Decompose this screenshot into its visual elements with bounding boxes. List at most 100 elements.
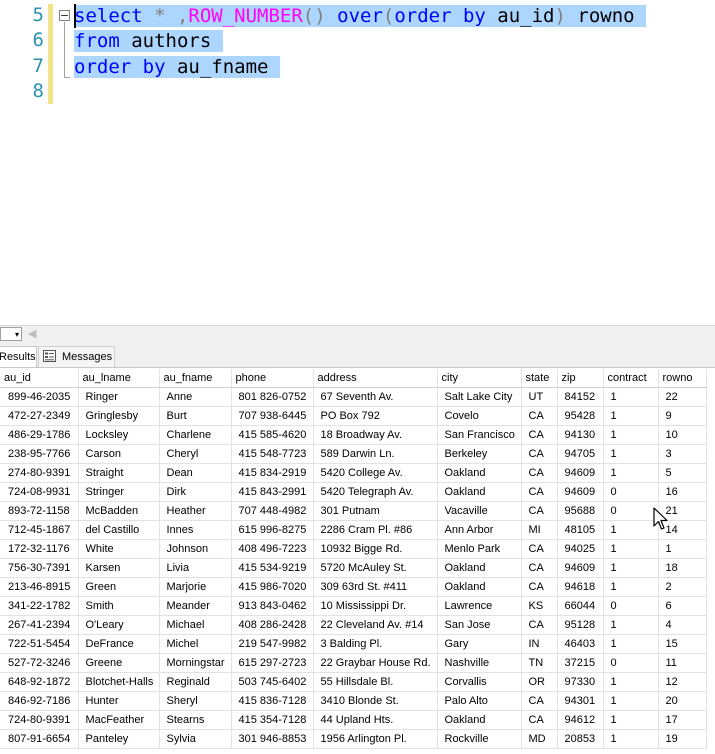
cell-au-id[interactable]: 724-80-9391 xyxy=(0,710,79,730)
cell-rowno[interactable]: 12 xyxy=(658,672,707,692)
table-row[interactable]: 238-95-7766 Carson Cheryl 415 548-7723 589 D… xyxy=(0,444,707,464)
cell-au-fname[interactable]: Sylvia xyxy=(159,729,232,749)
cell-state[interactable]: CA xyxy=(521,691,558,711)
table-row[interactable]: 486-29-1786 Locksley Charlene 415 585-4620 1… xyxy=(0,425,707,445)
cell-au-fname[interactable]: Cheryl xyxy=(159,444,232,464)
zoom-dropdown[interactable]: ▾ xyxy=(0,327,22,341)
cell-rowno[interactable]: 2 xyxy=(658,577,707,597)
cell-au-lname[interactable]: Carson xyxy=(78,444,160,464)
cell-au-id[interactable]: 274-80-9391 xyxy=(0,463,79,483)
cell-au-fname[interactable]: Morningstar xyxy=(159,653,232,673)
cell-address[interactable]: 44 Upland Hts. xyxy=(313,710,438,730)
cell-au-fname[interactable]: Burt xyxy=(159,406,232,426)
cell-au-id[interactable]: 899-46-2035 xyxy=(0,387,79,407)
cell-zip[interactable]: 46403 xyxy=(557,634,604,654)
cell-au-lname[interactable]: del Castillo xyxy=(78,520,160,540)
cell-phone[interactable]: 801 826-0752 xyxy=(231,387,314,407)
cell-au-fname[interactable]: Sheryl xyxy=(159,691,232,711)
cell-contract[interactable]: 0 xyxy=(603,482,659,502)
cell-zip[interactable]: 48105 xyxy=(557,520,604,540)
cell-state[interactable]: TN xyxy=(521,653,558,673)
cell-au-fname[interactable]: Michel xyxy=(159,634,232,654)
cell-zip[interactable]: 94618 xyxy=(557,577,604,597)
cell-au-id[interactable]: 213-46-8915 xyxy=(0,577,79,597)
cell-phone[interactable]: 913 843-0462 xyxy=(231,596,314,616)
cell-contract[interactable]: 1 xyxy=(603,615,659,635)
cell-address[interactable]: 3410 Blonde St. xyxy=(313,691,438,711)
cell-zip[interactable]: 94609 xyxy=(557,482,604,502)
cell-au-id[interactable]: 712-45-1867 xyxy=(0,520,79,540)
cell-au-lname[interactable]: Straight xyxy=(78,463,160,483)
table-row[interactable]: 267-41-2394 O'Leary Michael 408 286-2428 22 … xyxy=(0,615,707,635)
cell-zip[interactable]: 66044 xyxy=(557,596,604,616)
cell-rowno[interactable]: 17 xyxy=(658,710,707,730)
table-row[interactable]: 756-30-7391 Karsen Livia 415 534-9219 5720 M… xyxy=(0,558,707,578)
cell-au-id[interactable]: 648-92-1872 xyxy=(0,672,79,692)
column-header-address[interactable]: address xyxy=(313,369,438,388)
column-header-au-id[interactable]: au_id xyxy=(0,369,79,388)
cell-au-fname[interactable]: Stearns xyxy=(159,710,232,730)
cell-au-lname[interactable]: MacFeather xyxy=(78,710,160,730)
cell-rowno[interactable]: 19 xyxy=(658,729,707,749)
cell-contract[interactable]: 1 xyxy=(603,444,659,464)
cell-au-fname[interactable]: Michael xyxy=(159,615,232,635)
cell-phone[interactable]: 415 986-7020 xyxy=(231,577,314,597)
cell-contract[interactable]: 1 xyxy=(603,577,659,597)
cell-zip[interactable]: 95428 xyxy=(557,406,604,426)
cell-city[interactable]: Gary xyxy=(437,634,522,654)
cell-au-id[interactable]: 172-32-1176 xyxy=(0,539,79,559)
table-row[interactable]: 712-45-1867 del Castillo Innes 615 996-8275… xyxy=(0,520,707,540)
cell-au-id[interactable]: 267-41-2394 xyxy=(0,615,79,635)
cell-rowno[interactable]: 20 xyxy=(658,691,707,711)
cell-rowno[interactable]: 22 xyxy=(658,387,707,407)
cell-phone[interactable]: 408 496-7223 xyxy=(231,539,314,559)
code-line-7[interactable]: order by au_fname xyxy=(74,54,280,80)
collapse-toggle-icon[interactable] xyxy=(59,10,70,21)
tab-results[interactable]: Results xyxy=(0,346,37,367)
cell-au-id[interactable]: 846-92-7186 xyxy=(0,691,79,711)
cell-phone[interactable]: 408 286-2428 xyxy=(231,615,314,635)
cell-contract[interactable]: 1 xyxy=(603,729,659,749)
table-row[interactable]: 899-46-2035 Ringer Anne 801 826-0752 67 Seve… xyxy=(0,387,707,407)
cell-address[interactable]: 309 63rd St. #411 xyxy=(313,577,438,597)
table-row[interactable]: 722-51-5454 DeFrance Michel 219 547-9982 3 B… xyxy=(0,634,707,654)
sql-editor[interactable]: 5 6 7 8 select * ,ROW_NUMBER() over(orde… xyxy=(0,0,715,325)
column-header-contract[interactable]: contract xyxy=(603,369,659,388)
cell-contract[interactable]: 1 xyxy=(603,672,659,692)
scroll-left-arrow-icon[interactable]: ◀ xyxy=(28,328,36,340)
cell-address[interactable]: 5420 College Av. xyxy=(313,463,438,483)
cell-zip[interactable]: 94612 xyxy=(557,710,604,730)
cell-rowno[interactable]: 11 xyxy=(658,653,707,673)
cell-phone[interactable]: 707 938-6445 xyxy=(231,406,314,426)
cell-state[interactable]: CA xyxy=(521,615,558,635)
table-row[interactable]: 846-92-7186 Hunter Sheryl 415 836-7128 3410 … xyxy=(0,691,707,711)
cell-au-lname[interactable]: Ringer xyxy=(78,387,160,407)
cell-city[interactable]: Oakland xyxy=(437,463,522,483)
cell-au-id[interactable]: 756-30-7391 xyxy=(0,558,79,578)
cell-state[interactable]: MI xyxy=(521,520,558,540)
table-row[interactable]: 724-08-9931 Stringer Dirk 415 843-2991 5420 … xyxy=(0,482,707,502)
cell-state[interactable]: OR xyxy=(521,672,558,692)
column-header-phone[interactable]: phone xyxy=(231,369,314,388)
code-line-5[interactable]: select * ,ROW_NUMBER() over(order by au_… xyxy=(74,3,647,29)
code-line-6[interactable]: from authors xyxy=(74,28,223,54)
cell-state[interactable]: CA xyxy=(521,406,558,426)
cell-rowno[interactable]: 6 xyxy=(658,596,707,616)
cell-au-id[interactable]: 472-27-2349 xyxy=(0,406,79,426)
column-header-state[interactable]: state xyxy=(521,369,558,388)
cell-contract[interactable]: 0 xyxy=(603,596,659,616)
cell-au-id[interactable]: 238-95-7766 xyxy=(0,444,79,464)
cell-address[interactable]: 3 Balding Pl. xyxy=(313,634,438,654)
cell-phone[interactable]: 415 354-7128 xyxy=(231,710,314,730)
cell-rowno[interactable]: 10 xyxy=(658,425,707,445)
table-row[interactable]: 172-32-1176 White Johnson 408 496-7223 10932… xyxy=(0,539,707,559)
cell-phone[interactable]: 615 297-2723 xyxy=(231,653,314,673)
cell-au-id[interactable]: 486-29-1786 xyxy=(0,425,79,445)
cell-au-fname[interactable]: Charlene xyxy=(159,425,232,445)
cell-rowno[interactable]: 16 xyxy=(658,482,707,502)
cell-city[interactable]: Covelo xyxy=(437,406,522,426)
cell-au-fname[interactable]: Reginald xyxy=(159,672,232,692)
column-header-zip[interactable]: zip xyxy=(557,369,604,388)
cell-phone[interactable]: 415 843-2991 xyxy=(231,482,314,502)
cell-address[interactable]: 5720 McAuley St. xyxy=(313,558,438,578)
